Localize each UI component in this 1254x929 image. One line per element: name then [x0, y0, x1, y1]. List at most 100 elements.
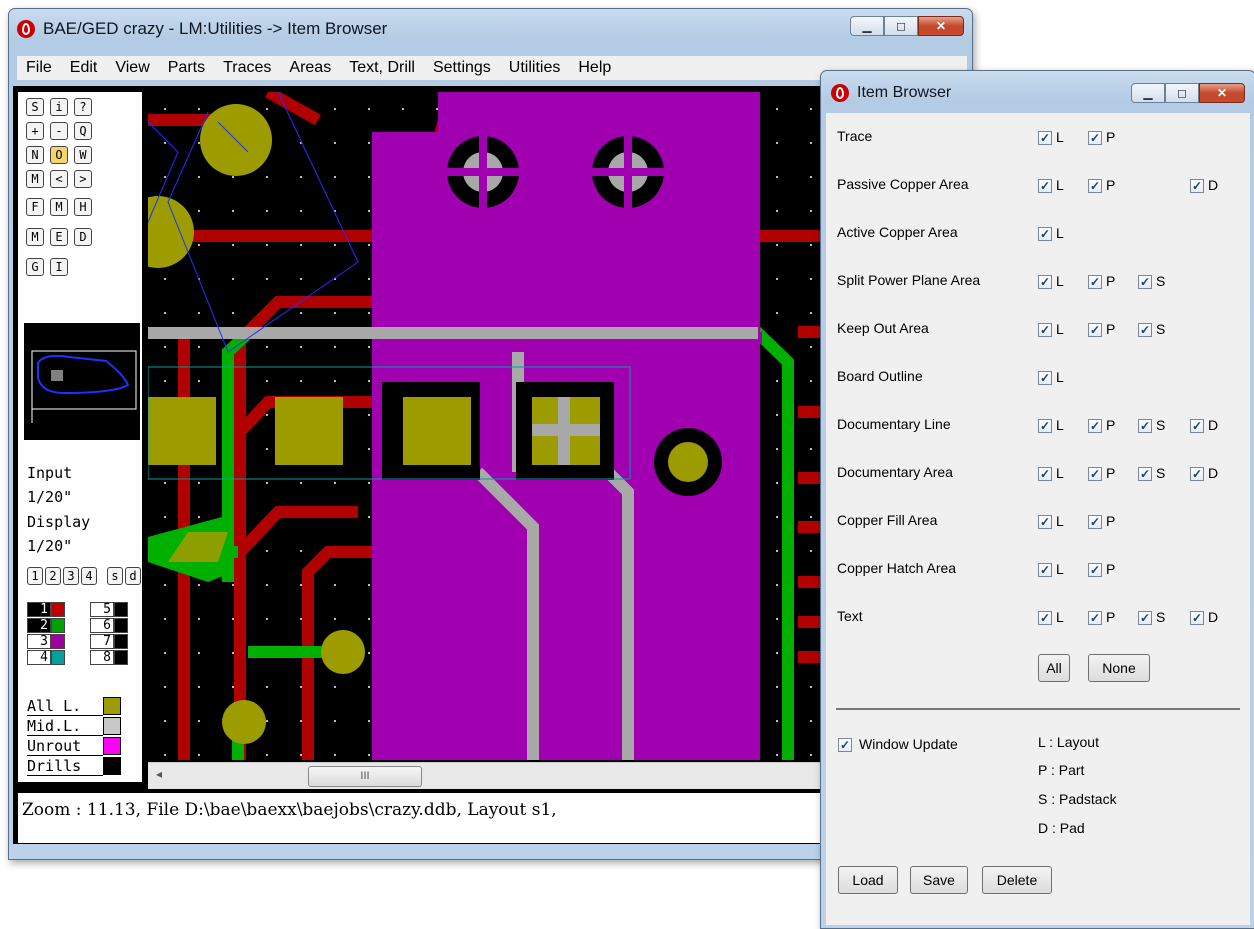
- mode-2-button[interactable]: 2: [45, 567, 61, 585]
- mode-d-button[interactable]: d: [125, 567, 141, 585]
- item-checkbox[interactable]: ✓: [1038, 419, 1052, 433]
- item-checkbox[interactable]: ✓: [1038, 611, 1052, 625]
- item-checkbox[interactable]: ✓: [1088, 275, 1102, 289]
- item-checkbox[interactable]: ✓: [1038, 563, 1052, 577]
- item-checkbox[interactable]: ✓: [1190, 419, 1204, 433]
- item-browser-titlebar[interactable]: Item Browser: [831, 71, 951, 115]
- scroll-thumb[interactable]: III: [308, 766, 422, 787]
- minimize-button[interactable]: ▁: [850, 16, 884, 36]
- item-checkbox[interactable]: ✓: [1038, 179, 1052, 193]
- mode-s-button[interactable]: s: [107, 567, 123, 585]
- layer-4[interactable]: 4: [27, 649, 65, 665]
- scroll-left-arrow[interactable]: ◂: [156, 767, 162, 781]
- item-checkbox[interactable]: ✓: [1088, 515, 1102, 529]
- zoom-window-button[interactable]: Q: [74, 122, 92, 140]
- menu-settings[interactable]: Settings: [424, 59, 500, 77]
- item-browser-app-icon[interactable]: [831, 84, 849, 102]
- bae-app-icon[interactable]: [17, 20, 35, 38]
- none-button[interactable]: None: [1088, 654, 1150, 682]
- maximize-button[interactable]: ◻: [884, 16, 918, 36]
- main-titlebar[interactable]: BAE/GED crazy - LM:Utilities -> Item Bro…: [17, 9, 387, 49]
- overview-map[interactable]: [24, 323, 140, 440]
- legend-all-layers[interactable]: All L.: [27, 696, 121, 716]
- back-button[interactable]: <: [50, 170, 68, 188]
- e-button[interactable]: E: [50, 228, 68, 246]
- item-checkbox[interactable]: ✓: [1038, 371, 1052, 385]
- legend-unrouted[interactable]: Unrout: [27, 736, 121, 756]
- item-checkbox[interactable]: ✓: [1038, 227, 1052, 241]
- item-checkbox[interactable]: ✓: [1088, 563, 1102, 577]
- m-button[interactable]: M: [50, 198, 68, 216]
- item-checkbox[interactable]: ✓: [1138, 467, 1152, 481]
- zoom-out-button[interactable]: -: [50, 122, 68, 140]
- window-update-checkbox[interactable]: ✓: [838, 738, 852, 752]
- zoom-in-button[interactable]: +: [26, 122, 44, 140]
- f-button[interactable]: F: [26, 198, 44, 216]
- delete-button[interactable]: Delete: [982, 866, 1052, 894]
- menu-help[interactable]: Help: [569, 59, 620, 77]
- info-button[interactable]: i: [50, 98, 68, 116]
- menu-file[interactable]: File: [17, 59, 61, 77]
- legend-drills[interactable]: Drills: [27, 756, 121, 776]
- item-checkbox[interactable]: ✓: [1088, 467, 1102, 481]
- all-button[interactable]: All: [1038, 654, 1070, 682]
- legend-mid-layers[interactable]: Mid.L.: [27, 716, 121, 736]
- mode-4-button[interactable]: 4: [81, 567, 97, 585]
- layer-3[interactable]: 3: [27, 633, 65, 649]
- mode-3-button[interactable]: 3: [63, 567, 79, 585]
- m2-button[interactable]: M: [26, 228, 44, 246]
- layer-2-number: 2: [27, 617, 51, 633]
- item-checkbox[interactable]: ✓: [1138, 323, 1152, 337]
- load-button[interactable]: Load: [838, 866, 898, 894]
- item-checkbox[interactable]: ✓: [1190, 611, 1204, 625]
- item-row-label: Documentary Line: [837, 416, 951, 432]
- menu-areas[interactable]: Areas: [280, 59, 340, 77]
- g-button[interactable]: G: [26, 258, 44, 276]
- item-checkbox[interactable]: ✓: [1088, 419, 1102, 433]
- menu-view[interactable]: View: [106, 59, 158, 77]
- menu-parts[interactable]: Parts: [159, 59, 214, 77]
- item-checkbox[interactable]: ✓: [1138, 275, 1152, 289]
- ib-close-button[interactable]: ✕: [1199, 83, 1245, 103]
- layer-8[interactable]: 8: [90, 649, 128, 665]
- ib-maximize-button[interactable]: ◻: [1165, 83, 1199, 103]
- item-checkbox[interactable]: ✓: [1038, 131, 1052, 145]
- mode-1-button[interactable]: 1: [27, 567, 43, 585]
- bae-logo-button[interactable]: S: [26, 98, 44, 116]
- layer-6[interactable]: 6: [90, 617, 128, 633]
- item-checkbox[interactable]: ✓: [1138, 419, 1152, 433]
- item-checkbox[interactable]: ✓: [1190, 467, 1204, 481]
- d-button[interactable]: D: [74, 228, 92, 246]
- save-button[interactable]: Save: [910, 866, 968, 894]
- item-checkbox[interactable]: ✓: [1038, 275, 1052, 289]
- item-checkbox[interactable]: ✓: [1138, 611, 1152, 625]
- open-folder-button[interactable]: O: [50, 146, 68, 164]
- item-checkbox[interactable]: ✓: [1088, 611, 1102, 625]
- layer-2[interactable]: 2: [27, 617, 65, 633]
- save-disk-button[interactable]: W: [74, 146, 92, 164]
- layer-1[interactable]: 1: [27, 601, 65, 617]
- menu-edit[interactable]: Edit: [61, 59, 107, 77]
- new-file-button[interactable]: N: [26, 146, 44, 164]
- menu-utilities[interactable]: Utilities: [500, 59, 570, 77]
- item-checkbox[interactable]: ✓: [1088, 179, 1102, 193]
- item-checkbox[interactable]: ✓: [1038, 467, 1052, 481]
- close-button[interactable]: ✕: [918, 16, 964, 36]
- display-value[interactable]: 1/20": [27, 534, 72, 558]
- item-checkbox[interactable]: ✓: [1038, 515, 1052, 529]
- i-button[interactable]: I: [50, 258, 68, 276]
- item-checkbox[interactable]: ✓: [1088, 131, 1102, 145]
- menu-traces[interactable]: Traces: [214, 59, 280, 77]
- ib-minimize-button[interactable]: ▁: [1131, 83, 1165, 103]
- item-checkbox[interactable]: ✓: [1190, 179, 1204, 193]
- forward-button[interactable]: >: [74, 170, 92, 188]
- item-checkbox[interactable]: ✓: [1038, 323, 1052, 337]
- h-button[interactable]: H: [74, 198, 92, 216]
- mouse-button[interactable]: M: [26, 170, 44, 188]
- menu-text-drill[interactable]: Text, Drill: [340, 59, 424, 77]
- layer-5[interactable]: 5: [90, 601, 128, 617]
- item-checkbox[interactable]: ✓: [1088, 323, 1102, 337]
- help-button[interactable]: ?: [74, 98, 92, 116]
- layer-7[interactable]: 7: [90, 633, 128, 649]
- input-value[interactable]: 1/20": [27, 485, 72, 509]
